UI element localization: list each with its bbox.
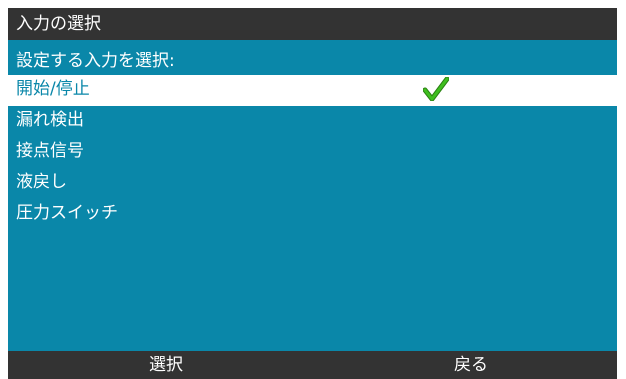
- select-button[interactable]: 選択: [96, 351, 236, 379]
- list-item-pressure-switch[interactable]: 圧力スイッチ: [8, 199, 617, 230]
- screen-title: 入力の選択: [8, 8, 617, 40]
- select-prompt: 設定する入力を選択:: [16, 51, 175, 71]
- back-button[interactable]: 戻る: [401, 351, 541, 379]
- list-item-label: 開始/停止: [16, 79, 90, 99]
- list-item-contact-signal[interactable]: 接点信号: [8, 137, 617, 168]
- list-item-liquid-return[interactable]: 液戻し: [8, 168, 617, 199]
- list-item-label: 液戻し: [16, 172, 67, 192]
- list-item-leak-detection[interactable]: 漏れ検出: [8, 106, 617, 137]
- list-item-label: 圧力スイッチ: [16, 203, 118, 223]
- input-select-screen: 入力の選択 設定する入力を選択: 開始/停止 漏れ検出 接点信号 液戻し 圧力ス…: [8, 8, 617, 379]
- list-item-start-stop[interactable]: 開始/停止: [8, 75, 617, 106]
- input-list: 開始/停止 漏れ検出 接点信号 液戻し 圧力スイッチ: [8, 75, 617, 230]
- softkey-bar: 選択 戻る: [8, 351, 617, 379]
- list-item-label: 漏れ検出: [16, 110, 84, 130]
- list-item-label: 接点信号: [16, 141, 84, 161]
- checkmark-icon: [423, 77, 449, 101]
